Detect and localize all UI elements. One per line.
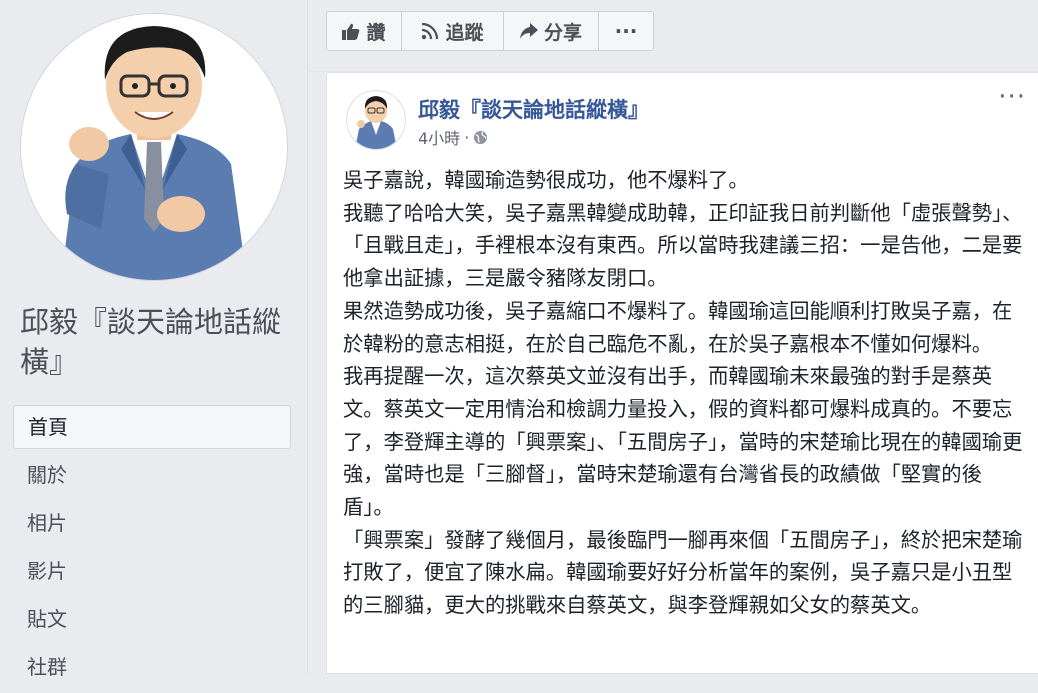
post-paragraph: 吳子嘉說，韓國瑜造勢很成功，他不爆料了。 [343, 168, 749, 192]
sidebar-divider [307, 0, 308, 674]
page-nav: 首頁 關於 相片 影片 貼文 社群 [13, 405, 291, 693]
nav-item-community[interactable]: 社群 [13, 645, 291, 693]
page-title: 邱毅『談天論地話縱橫』 [20, 305, 282, 379]
nav-item-photos[interactable]: 相片 [13, 501, 291, 549]
profile-picture[interactable] [21, 14, 287, 280]
cartoon-avatar-image [355, 96, 397, 149]
follow-button[interactable]: 追蹤 [402, 12, 504, 50]
post-meta: 4小時 · [418, 125, 488, 149]
like-label: 讚 [366, 21, 386, 44]
post-text: 吳子嘉說，韓國瑜造勢很成功，他不爆料了。 我聽了哈哈大笑，吳子嘉黑韓變成助韓，正… [343, 164, 1027, 622]
nav-item-about[interactable]: 關於 [13, 453, 291, 501]
post-options-button[interactable]: ··· [998, 84, 1026, 110]
like-button[interactable]: 讚 [327, 12, 402, 50]
share-arrow-icon [519, 23, 538, 39]
post-author-name[interactable]: 邱毅『談天論地話縱橫』 [418, 94, 649, 124]
meta-separator: · [464, 127, 470, 147]
share-label: 分享 [543, 21, 582, 44]
post-timestamp[interactable]: 4小時 [418, 125, 460, 149]
nav-item-videos[interactable]: 影片 [13, 549, 291, 597]
thumbs-up-icon [342, 23, 360, 40]
rss-follow-icon [422, 22, 439, 40]
post-paragraph: 我再提醒一次，這次蔡英文並沒有出手，而韓國瑜未來最強的對手是蔡英文。蔡英文一定用… [343, 364, 1023, 520]
page-action-bar: 讚 追蹤 分享 ··· [326, 11, 654, 51]
nav-item-posts[interactable]: 貼文 [13, 597, 291, 645]
post-author-avatar[interactable] [346, 90, 406, 150]
globe-icon[interactable] [473, 130, 488, 145]
post-paragraph: 果然造勢成功後，吳子嘉縮口不爆料了。韓國瑜這回能順利打敗吳子嘉，在於韓粉的意志相… [343, 298, 1013, 356]
post-paragraph: 我聽了哈哈大笑，吳子嘉黑韓變成助韓，正印証我日前判斷他「虛張聲勢」、「且戰且走」… [343, 200, 1023, 291]
share-button[interactable]: 分享 [504, 12, 599, 50]
post-paragraph: 「興票案」發酵了幾個月，最後臨門一腳再來個「五間房子」，終於把宋楚瑜打敗了，便宜… [343, 527, 1023, 618]
page-sidebar: 邱毅『談天論地話縱橫』 首頁 關於 相片 影片 貼文 社群 [0, 0, 307, 679]
cartoon-avatar-image [61, 26, 247, 280]
nav-item-home[interactable]: 首頁 [13, 405, 291, 449]
post-card: 邱毅『談天論地話縱橫』 4小時 · ··· 吳子嘉說，韓國瑜造勢很成功，他不爆料… [326, 72, 1038, 674]
more-options-button[interactable]: ··· [599, 12, 653, 50]
follow-label: 追蹤 [445, 21, 484, 44]
